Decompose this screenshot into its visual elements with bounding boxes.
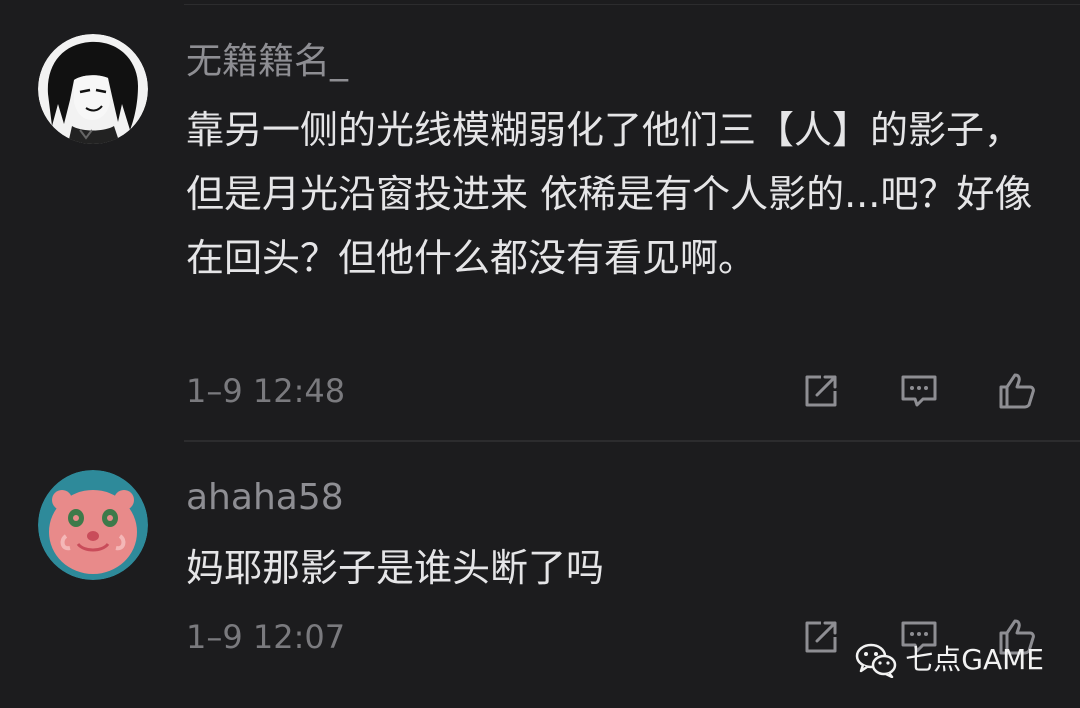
share-button[interactable] bbox=[800, 370, 842, 412]
share-icon bbox=[805, 621, 837, 653]
comment-icon bbox=[901, 375, 937, 407]
username[interactable]: 无籍籍名_ bbox=[186, 40, 348, 84]
comment-section: 无籍籍名_ 靠另一侧的光线模糊弱化了他们三【人】的影子，但是月光沿窗投进来 依稀… bbox=[0, 0, 1080, 708]
avatar[interactable] bbox=[38, 34, 148, 144]
comment-text: 妈耶那影子是谁头断了吗 bbox=[186, 546, 605, 590]
avatar[interactable] bbox=[38, 470, 148, 580]
share-button[interactable] bbox=[800, 616, 842, 658]
pink-bear-avatar-icon bbox=[38, 470, 148, 580]
reply-button[interactable] bbox=[898, 370, 940, 412]
thumbs-up-icon bbox=[999, 373, 1035, 409]
watermark: 七点GAME bbox=[855, 640, 1044, 680]
anime-character-avatar-icon bbox=[38, 34, 148, 144]
share-icon bbox=[805, 375, 837, 407]
watermark-text: 七点GAME bbox=[905, 643, 1044, 676]
comment-item: 无籍籍名_ 靠另一侧的光线模糊弱化了他们三【人】的影子，但是月光沿窗投进来 依稀… bbox=[0, 0, 1080, 440]
comment-actions bbox=[800, 370, 1038, 412]
timestamp: 1–9 12:48 bbox=[186, 372, 346, 410]
like-button[interactable] bbox=[996, 370, 1038, 412]
timestamp: 1–9 12:07 bbox=[186, 618, 346, 656]
username[interactable]: ahaha58 bbox=[186, 476, 344, 520]
comment-text: 靠另一侧的光线模糊弱化了他们三【人】的影子，但是月光沿窗投进来 依稀是有个人影的… bbox=[186, 108, 1033, 280]
wechat-icon bbox=[856, 643, 897, 678]
